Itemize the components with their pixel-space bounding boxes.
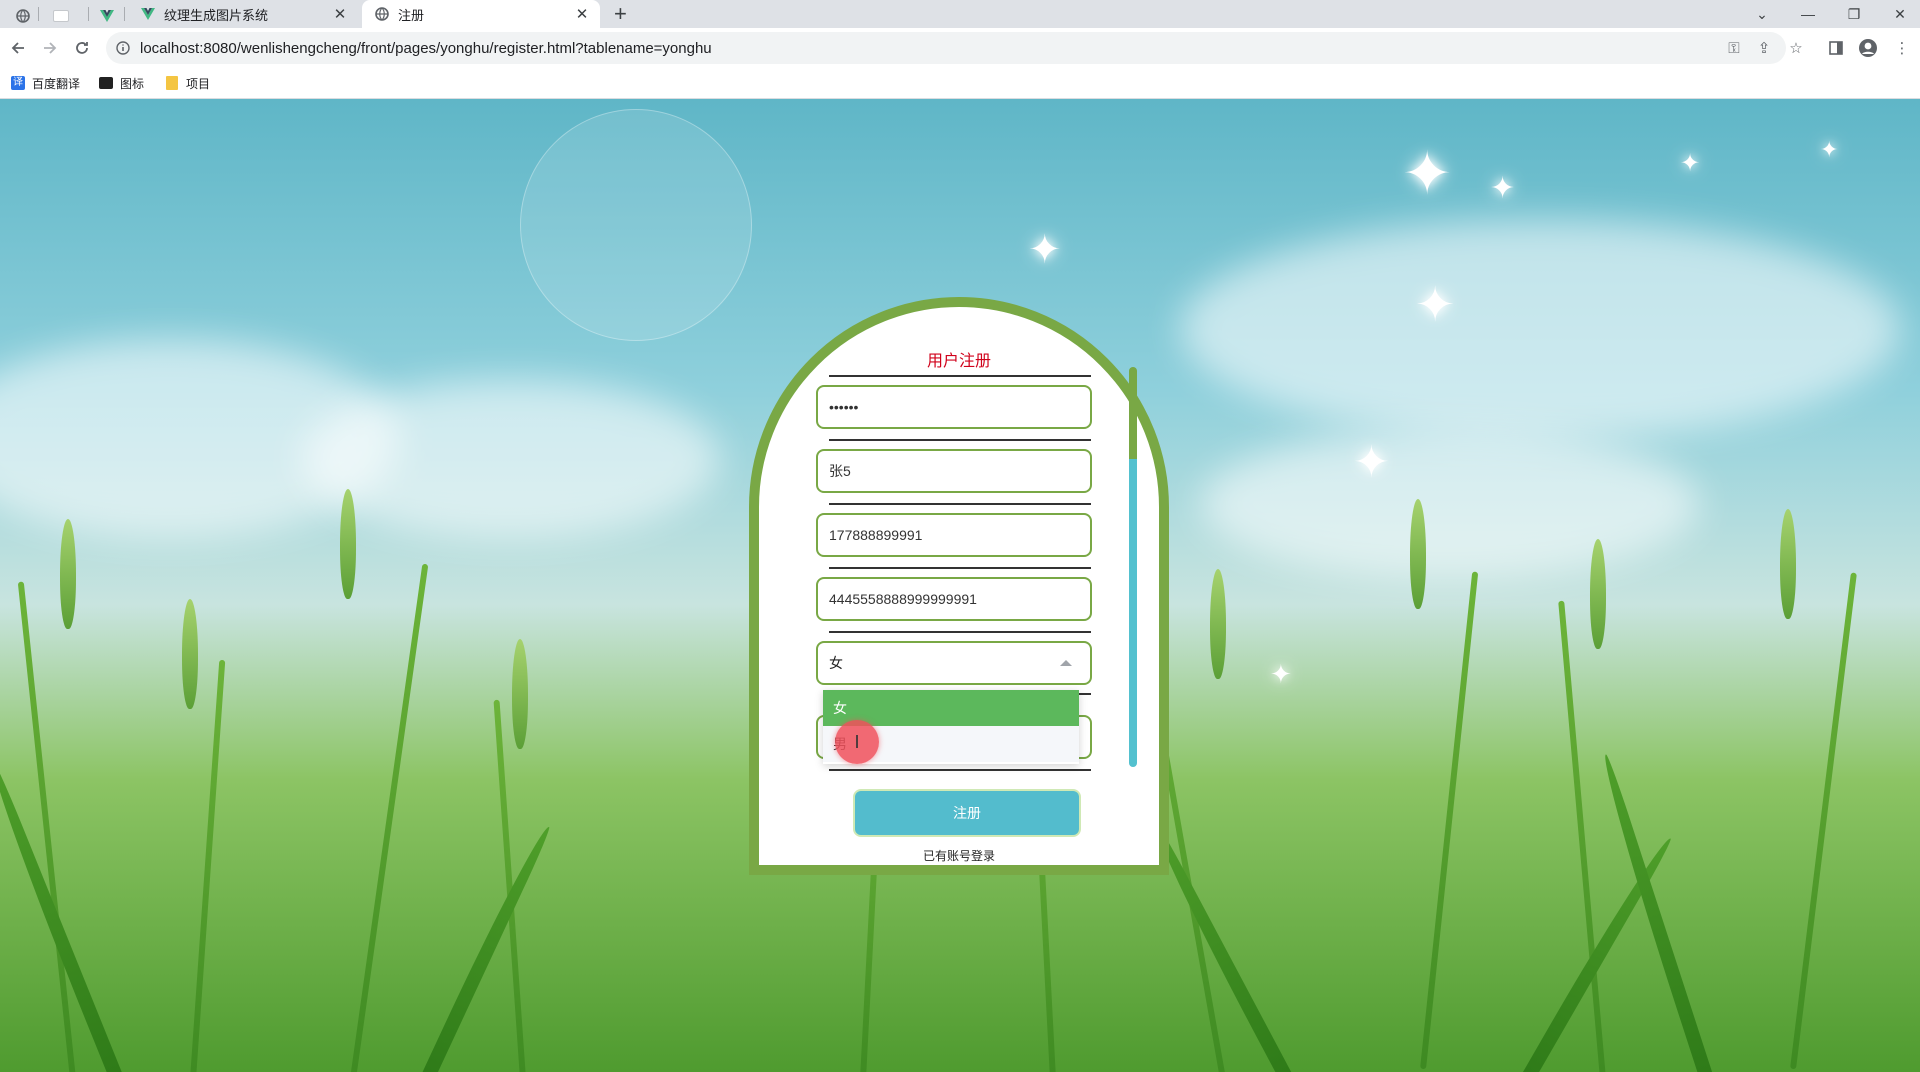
divider: [829, 375, 1091, 377]
sparkle-decoration: ✦: [1270, 659, 1292, 689]
lens-flare-decoration: [520, 109, 752, 341]
caret-up-icon: [1060, 660, 1072, 666]
close-window-button[interactable]: ✕: [1878, 0, 1920, 28]
wheat-ear-decoration: [60, 519, 76, 629]
wheat-stalk-decoration: [350, 563, 429, 1072]
sparkle-decoration: ✦: [1490, 172, 1516, 205]
tab-close-icon[interactable]: ✕: [328, 5, 352, 23]
tab-title: 注册: [398, 7, 425, 23]
login-link[interactable]: 已有账号登录: [759, 847, 1159, 864]
new-tab-button[interactable]: +: [614, 2, 627, 26]
key-icon[interactable]: ⚿: [1722, 36, 1746, 60]
bookmark-baidu-translate[interactable]: 译 百度翻译: [10, 74, 80, 92]
folder-icon: [164, 75, 180, 91]
name-input[interactable]: 张5: [816, 449, 1092, 493]
address-bar[interactable]: localhost:8080/wenlishengcheng/front/pag…: [106, 32, 1786, 64]
wheat-ear-decoration: [1210, 569, 1226, 679]
gender-select[interactable]: 女: [816, 641, 1092, 685]
blank-page-icon: [53, 10, 69, 22]
tab-close-icon[interactable]: ✕: [570, 5, 594, 23]
wheat-stalk-decoration: [190, 659, 226, 1072]
vue-logo-icon: [100, 10, 114, 22]
tab-strip: 纹理生成图片系统 ✕ 注册 ✕ + ⌄ — ❐ ✕: [0, 0, 1920, 28]
cloud-decoration: [1180, 219, 1900, 439]
sparkle-decoration: ✦: [1028, 228, 1062, 272]
pinned-tab-vue[interactable]: [92, 4, 122, 28]
menu-kebab-icon[interactable]: ⋮: [1890, 36, 1914, 60]
forward-button[interactable]: [38, 36, 62, 60]
bookmark-label: 图标: [120, 76, 145, 91]
tab-texture-system[interactable]: 纹理生成图片系统 ✕: [128, 0, 358, 28]
text-cursor-icon: I: [854, 731, 860, 752]
grass-leaf-decoration: [420, 822, 552, 1072]
grass-leaf-decoration: [1595, 753, 1714, 1072]
grass-leaf-decoration: [0, 761, 124, 1072]
tab-search-icon[interactable]: ⌄: [1740, 0, 1784, 28]
cloud-decoration: [1200, 429, 1700, 579]
star-icon[interactable]: ☆: [1784, 36, 1808, 60]
wheat-ear-decoration: [1590, 539, 1606, 649]
wheat-stalk-decoration: [1420, 571, 1479, 1070]
sparkle-decoration: ✦: [1415, 279, 1456, 332]
minimize-button[interactable]: —: [1786, 0, 1830, 28]
form-scrollbar[interactable]: [1129, 367, 1137, 767]
id-number-input[interactable]: 4445558888999999991: [816, 577, 1092, 621]
register-button[interactable]: 注册: [855, 791, 1079, 835]
divider: [829, 631, 1091, 633]
globe-icon: [16, 9, 30, 23]
arrow-right-icon: [44, 42, 57, 54]
bookmark-icons[interactable]: 图标: [98, 74, 144, 92]
wheat-stalk-decoration: [17, 581, 76, 1072]
wheat-ear-decoration: [340, 489, 356, 599]
cloud-decoration: [300, 379, 720, 539]
sparkle-decoration: ✦: [1402, 140, 1453, 207]
vue-logo-icon: [140, 6, 156, 22]
share-icon[interactable]: ⇪: [1752, 36, 1776, 60]
wheat-ear-decoration: [512, 639, 528, 749]
divider: [829, 439, 1091, 441]
info-icon[interactable]: [114, 39, 132, 57]
sparkle-decoration: ✦: [1680, 150, 1701, 177]
browser-toolbar: localhost:8080/wenlishengcheng/front/pag…: [0, 28, 1920, 68]
password-input[interactable]: ••••••: [816, 385, 1092, 429]
arrow-left-icon: [11, 42, 24, 54]
sparkle-decoration: ✦: [1820, 137, 1839, 162]
wheat-ear-decoration: [182, 599, 198, 709]
divider: [829, 567, 1091, 569]
side-panel-icon[interactable]: [1824, 36, 1848, 60]
bookmark-label: 项目: [186, 76, 211, 91]
wheat-stalk-decoration: [1790, 572, 1857, 1070]
translate-icon: 译: [11, 76, 25, 90]
tab-title: 纹理生成图片系统: [164, 7, 269, 23]
profile-avatar-icon[interactable]: [1856, 36, 1880, 60]
bookmark-project[interactable]: 项目: [164, 74, 210, 92]
form-title: 用户注册: [926, 353, 991, 370]
page-background: ✦ ✦ ✦ ✦ ✦ ✦ ✦ ✦ 用户注册 •••••• 张5 177888899…: [0, 99, 1920, 1072]
image-icon: [98, 75, 114, 91]
register-panel: 用户注册 •••••• 张5 177888899991 444555888899…: [749, 297, 1169, 875]
reload-button[interactable]: [70, 36, 94, 60]
divider: [829, 503, 1091, 505]
phone-input[interactable]: 177888899991: [816, 513, 1092, 557]
sparkle-decoration: ✦: [1353, 438, 1390, 487]
gender-selected-value: 女: [829, 655, 843, 671]
url-text: localhost:8080/wenlishengcheng/front/pag…: [140, 39, 712, 57]
pinned-tab-blank[interactable]: [46, 4, 76, 28]
reload-icon: [76, 42, 88, 54]
bookmark-label: 百度翻译: [32, 76, 81, 91]
bookmarks-bar: 译 百度翻译 图标 项目: [0, 68, 1920, 99]
back-button[interactable]: [6, 36, 30, 60]
tab-register[interactable]: 注册 ✕: [362, 0, 600, 28]
wheat-ear-decoration: [1780, 509, 1796, 619]
globe-icon: [374, 6, 390, 22]
pinned-tab-globe[interactable]: [8, 4, 38, 28]
restore-button[interactable]: ❐: [1832, 0, 1876, 28]
divider: [829, 769, 1091, 771]
mouse-cursor-indicator: I: [835, 720, 879, 764]
wheat-ear-decoration: [1410, 499, 1426, 609]
